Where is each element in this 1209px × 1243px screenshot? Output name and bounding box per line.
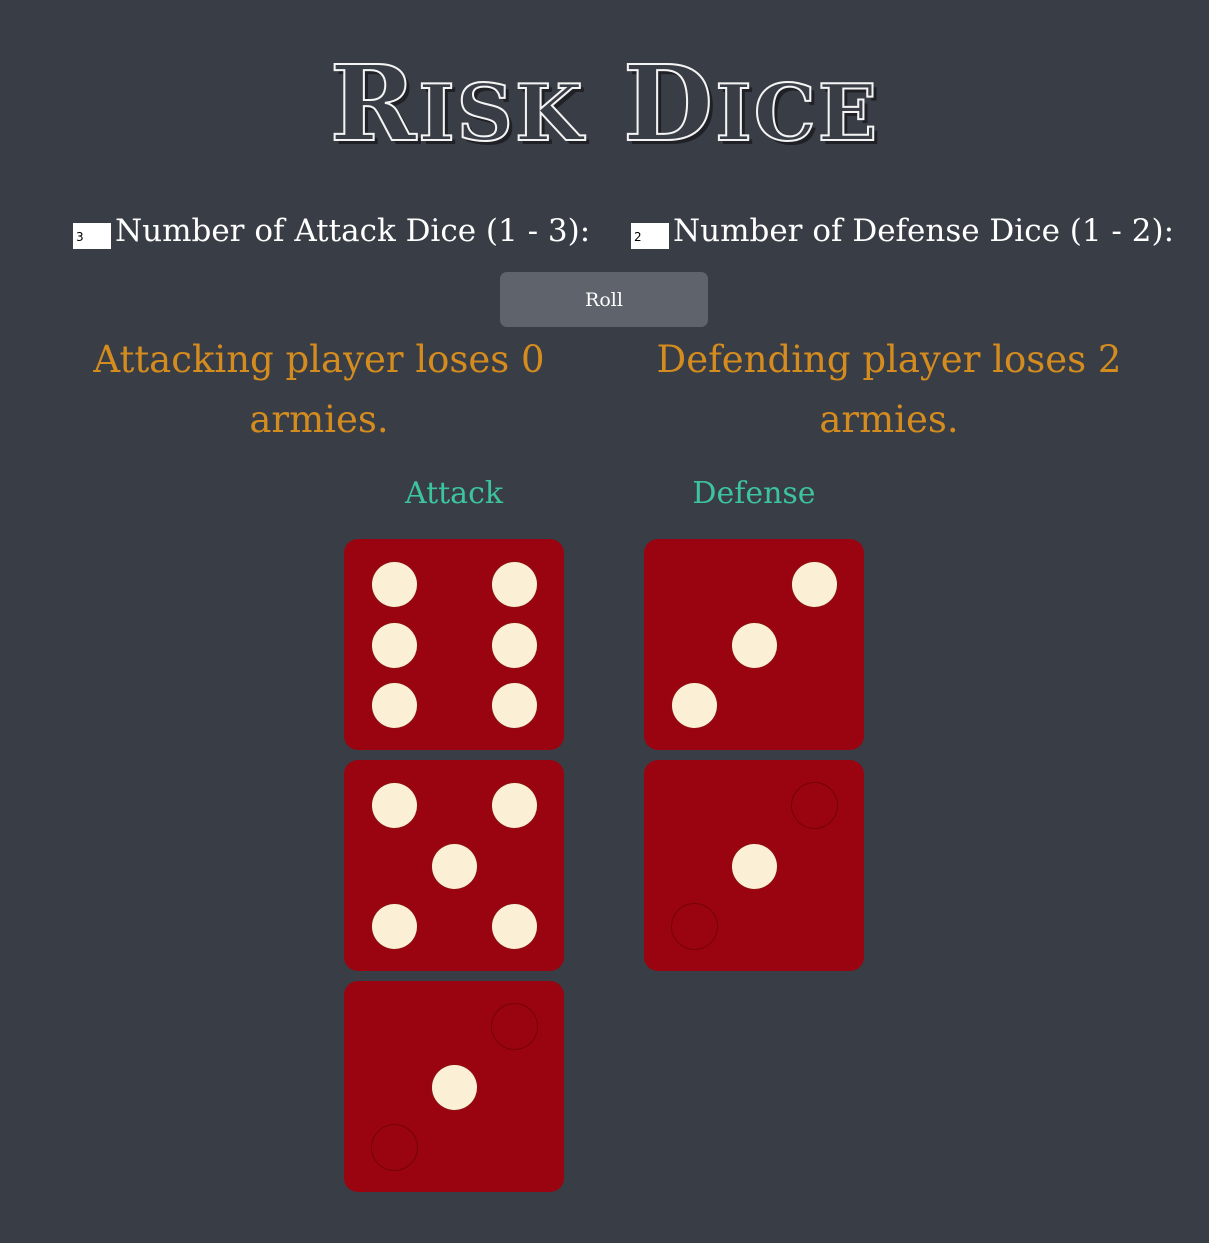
- die-pip: [731, 843, 777, 889]
- die-pip: [491, 782, 537, 828]
- defense-dice-input[interactable]: [631, 223, 669, 249]
- defense-die: [644, 760, 864, 971]
- defense-result-text: Defending player loses 2 armies.: [656, 338, 1122, 441]
- die-pip: [491, 622, 537, 668]
- die-pip-ghost: [792, 783, 837, 828]
- die-pip: [371, 903, 417, 949]
- page-title-text: RISK DICE: [329, 41, 880, 166]
- attack-column-title: Attack: [404, 476, 504, 511]
- die-pip-ghost: [372, 1125, 417, 1170]
- attack-dice-control: Number of Attack Dice (1 - 3):: [73, 206, 590, 256]
- die-pip: [491, 682, 537, 728]
- die-pip: [431, 1064, 477, 1110]
- defense-die: [644, 539, 864, 750]
- roll-button[interactable]: Roll: [500, 272, 708, 327]
- page-title: RISK DICE: [0, 40, 1209, 178]
- die-pip: [731, 622, 777, 668]
- die-pip: [431, 843, 477, 889]
- die-pip-ghost: [492, 1004, 537, 1049]
- attack-dice-label: Number of Attack Dice (1 - 3):: [115, 213, 591, 249]
- die-pip: [371, 622, 417, 668]
- die-pip: [791, 561, 837, 607]
- defense-dice-control: Number of Defense Dice (1 - 2):: [631, 206, 1174, 256]
- attack-result-text: Attacking player loses 0 armies.: [93, 338, 545, 441]
- die-pip: [371, 682, 417, 728]
- die-pip: [491, 561, 537, 607]
- die-pip-ghost: [672, 904, 717, 949]
- defense-column-title: Defense: [692, 476, 816, 511]
- die-pip: [491, 903, 537, 949]
- die-pip: [371, 561, 417, 607]
- defense-dice-label: Number of Defense Dice (1 - 2):: [673, 213, 1175, 249]
- attack-die: [344, 539, 564, 750]
- die-pip: [671, 682, 717, 728]
- die-pip: [371, 782, 417, 828]
- attack-die: [344, 981, 564, 1192]
- attack-die: [344, 760, 564, 971]
- attack-dice-input[interactable]: [73, 223, 111, 249]
